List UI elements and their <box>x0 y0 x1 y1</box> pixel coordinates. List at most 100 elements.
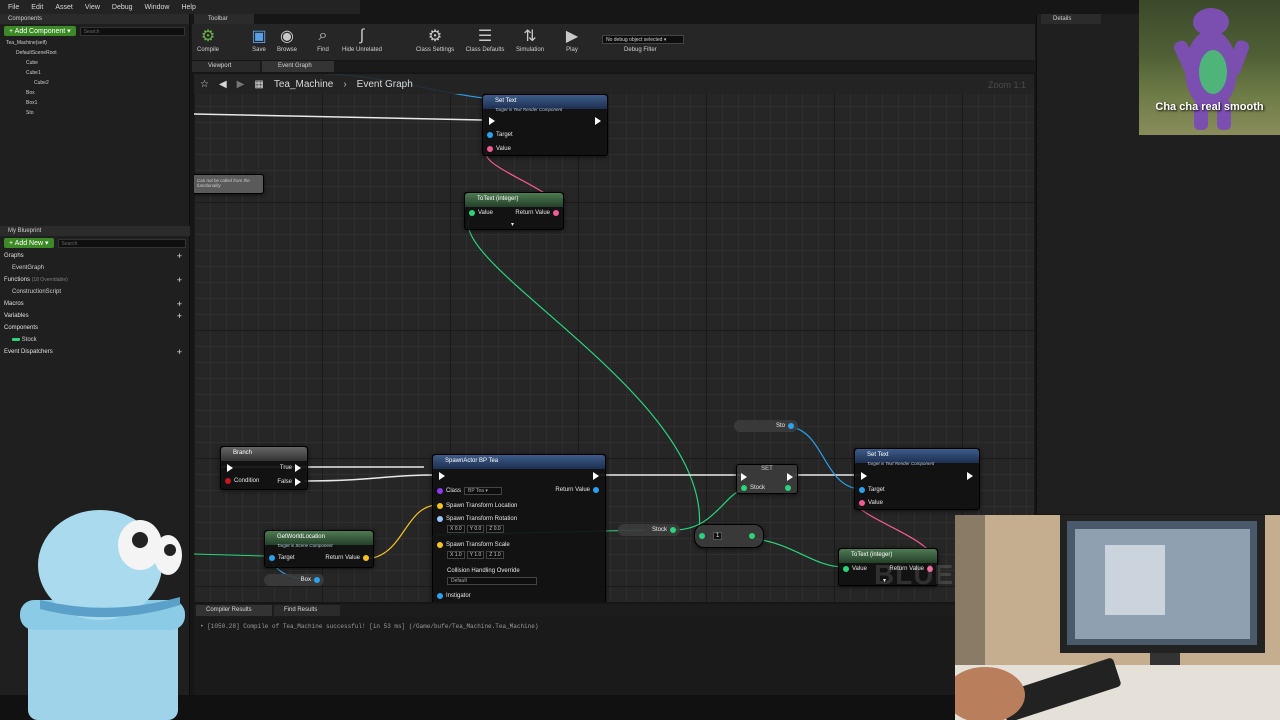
sto-variable-node[interactable]: Sto <box>734 420 798 432</box>
menu-file[interactable]: File <box>8 4 19 11</box>
tree-item-cube2[interactable]: Cube2 <box>6 78 189 88</box>
components-tab[interactable]: Components <box>0 14 189 24</box>
increment-value-field[interactable]: 1 <box>713 532 723 540</box>
tab-viewport[interactable]: Viewport <box>192 61 260 72</box>
exec-out-pin[interactable] <box>967 472 973 480</box>
set-stock-node[interactable]: SET Stock <box>736 464 798 494</box>
false-pin[interactable]: False <box>277 478 301 486</box>
stock-pin[interactable]: Stock <box>741 485 765 491</box>
menu-asset[interactable]: Asset <box>55 4 73 11</box>
branch-node[interactable]: Branch True Condition False <box>220 446 308 490</box>
exec-in-pin[interactable] <box>227 464 233 472</box>
target-pin[interactable]: Target <box>269 555 295 561</box>
class-settings-button[interactable]: ⚙ Class Settings <box>410 27 460 53</box>
variables-category[interactable]: Variables + <box>0 310 190 322</box>
set-text-node-bottom[interactable]: Set Text Target is Text Render Component … <box>854 448 980 510</box>
favorite-icon[interactable]: ☆ <box>200 79 209 90</box>
stock-out-pin[interactable] <box>785 485 791 491</box>
graphs-category[interactable]: Graphs + <box>0 250 190 262</box>
details-tab[interactable]: Details <box>1041 14 1101 24</box>
tree-item-cube[interactable]: Cube <box>6 58 189 68</box>
class-pin[interactable]: Class BP Tea ▾ <box>437 487 503 495</box>
toolbar-tab[interactable]: Toolbar <box>194 14 254 24</box>
event-graph-canvas[interactable]: ☆ ◀ ▶ ▦ Tea_Machine › Event Graph Zoom 1… <box>194 74 1034 602</box>
tab-compiler-results[interactable]: Compiler Results <box>196 605 272 616</box>
value-pin[interactable]: Value <box>487 146 511 152</box>
breadcrumb-root[interactable]: Tea_Machine <box>274 79 333 90</box>
menu-help[interactable]: Help <box>181 4 195 11</box>
stock-variable-node[interactable]: Stock <box>618 524 680 536</box>
menu-view[interactable]: View <box>85 4 100 11</box>
play-button[interactable]: ▶ Play <box>547 27 597 53</box>
collision-select[interactable]: Default <box>447 577 537 585</box>
box-variable-node[interactable]: Box <box>264 574 324 586</box>
tree-item-sto[interactable]: Sto <box>6 108 189 118</box>
spawn-rotation-pin[interactable]: Spawn Transform Rotation <box>437 516 517 522</box>
spawn-location-pin[interactable]: Spawn Transform Location <box>437 503 517 509</box>
target-pin[interactable]: Target <box>487 132 513 138</box>
value-pin[interactable]: Value <box>843 566 867 572</box>
tree-item-box[interactable]: Box <box>6 88 189 98</box>
add-variable-icon[interactable]: + <box>177 311 182 321</box>
event-graph-item[interactable]: EventGraph <box>0 262 190 274</box>
graph-list-icon[interactable]: ▦ <box>254 79 263 90</box>
target-pin[interactable]: Target <box>859 487 885 493</box>
add-new-button[interactable]: + Add New ▾ <box>4 238 54 248</box>
totext-node-top[interactable]: ToText (integer) Value Return Value ▾ <box>464 192 564 230</box>
exec-in-pin[interactable] <box>489 117 495 125</box>
increment-node[interactable]: 1 <box>694 524 764 548</box>
int-in-pin[interactable] <box>699 533 705 539</box>
exec-in-pin[interactable] <box>741 473 747 481</box>
class-select[interactable]: BP Tea ▾ <box>464 487 503 495</box>
tree-item-self[interactable]: Tea_Machine(self) <box>6 38 189 48</box>
return-value-pin[interactable]: Return Value <box>515 210 559 216</box>
functions-category[interactable]: Functions (18 Overridable) + <box>0 274 190 286</box>
tree-item-scene-root[interactable]: DefaultSceneRoot <box>6 48 189 58</box>
menu-edit[interactable]: Edit <box>31 4 43 11</box>
return-value-pin[interactable]: Return Value <box>555 487 599 493</box>
tree-item-box1[interactable]: Box1 <box>6 98 189 108</box>
construction-script-item[interactable]: ConstructionScript <box>0 286 190 298</box>
tree-item-cube1[interactable]: Cube1 <box>6 68 189 78</box>
value-pin[interactable]: Value <box>859 500 883 506</box>
spawn-scale-pin[interactable]: Spawn Transform Scale <box>437 542 510 548</box>
exec-in-pin[interactable] <box>861 472 867 480</box>
add-macro-icon[interactable]: + <box>177 299 182 309</box>
exec-out-pin[interactable] <box>595 117 601 125</box>
true-pin[interactable]: True <box>280 464 301 472</box>
expand-arrow-icon[interactable]: ▾ <box>511 221 514 228</box>
macros-category[interactable]: Macros + <box>0 298 190 310</box>
instigator-pin[interactable]: Instigator <box>437 593 471 599</box>
add-component-button[interactable]: + Add Component ▾ <box>4 26 76 36</box>
condition-pin[interactable]: Condition <box>225 478 259 484</box>
class-defaults-button[interactable]: ☰ Class Defaults <box>460 27 510 53</box>
tab-event-graph[interactable]: Event Graph <box>262 61 334 72</box>
exec-in-pin[interactable] <box>439 472 445 480</box>
event-dispatchers-category[interactable]: Event Dispatchers + <box>0 346 190 358</box>
compile-button[interactable]: ⚙ Compile <box>183 27 233 53</box>
add-graph-icon[interactable]: + <box>177 251 182 261</box>
tab-find-results[interactable]: Find Results <box>274 605 340 616</box>
blueprint-search-input[interactable]: Search <box>57 238 186 248</box>
forward-arrow-icon[interactable]: ▶ <box>237 79 245 90</box>
return-value-pin[interactable]: Return Value <box>325 555 369 561</box>
rotation-fields[interactable]: X 0.0 Y 0.0 Z 0.0 <box>447 525 504 533</box>
hide-unrelated-button[interactable]: ∫ Hide Unrelated <box>337 27 387 53</box>
exec-out-pin[interactable] <box>593 472 599 480</box>
get-world-location-node[interactable]: GetWorldLocation Target is Scene Componen… <box>264 530 374 568</box>
menu-window[interactable]: Window <box>145 4 170 11</box>
debug-object-select[interactable]: No debug object selected ▾ <box>602 35 684 44</box>
menu-debug[interactable]: Debug <box>112 4 133 11</box>
comment-node[interactable]: Can not be called from the functionality <box>194 174 264 194</box>
add-dispatcher-icon[interactable]: + <box>177 347 182 357</box>
int-out-pin[interactable] <box>749 533 755 539</box>
spawn-actor-node[interactable]: SpawnActor BP Tea Class BP Tea ▾ Return V… <box>432 454 606 602</box>
back-arrow-icon[interactable]: ◀ <box>219 79 227 90</box>
value-pin[interactable]: Value <box>469 210 493 216</box>
add-function-icon[interactable]: + <box>177 275 182 285</box>
stock-variable-item[interactable]: Stock <box>0 334 190 346</box>
exec-out-pin[interactable] <box>787 473 793 481</box>
components-search-input[interactable]: Search <box>79 26 185 36</box>
set-text-node-top[interactable]: Set Text Target is Text Render Component … <box>482 94 608 156</box>
my-blueprint-tab[interactable]: My Blueprint <box>0 226 190 236</box>
